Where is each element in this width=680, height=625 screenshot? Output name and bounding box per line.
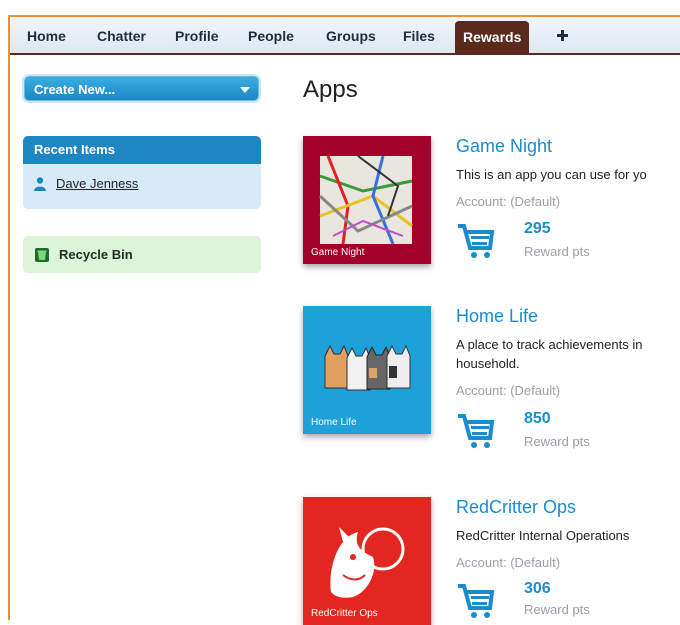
- chevron-down-icon: [240, 87, 250, 93]
- recent-items-header: Recent Items: [23, 136, 261, 164]
- recent-item-link[interactable]: Dave Jenness: [56, 176, 138, 191]
- app-account: Account: (Default): [456, 194, 561, 209]
- plus-icon: [557, 30, 568, 41]
- shopping-cart-icon[interactable]: [456, 410, 496, 450]
- app-name-link[interactable]: Game Night: [456, 136, 552, 157]
- app-account: Account: (Default): [456, 383, 561, 398]
- shopping-cart-icon[interactable]: [456, 220, 496, 260]
- app-description: household.: [456, 356, 520, 371]
- app-tile-label: Home Life: [311, 417, 357, 428]
- reward-points-value: 295: [524, 220, 551, 237]
- page-title: Apps: [303, 76, 358, 103]
- app-account: Account: (Default): [456, 555, 561, 570]
- shopping-cart-icon[interactable]: [456, 580, 496, 620]
- cats-image: [324, 344, 411, 391]
- recycle-bin-link[interactable]: Recycle Bin: [23, 236, 261, 273]
- recent-items-list: Dave Jenness: [23, 164, 261, 209]
- tab-people[interactable]: People: [248, 17, 294, 53]
- create-new-button[interactable]: Create New...: [24, 76, 259, 101]
- tab-files[interactable]: Files: [403, 17, 435, 53]
- app-tile-game-night[interactable]: Game Night: [303, 136, 431, 264]
- tab-profile[interactable]: Profile: [175, 17, 219, 53]
- app-tile-label: Game Night: [311, 247, 365, 258]
- reward-points-label: Reward pts: [524, 434, 590, 449]
- add-tab-button[interactable]: [557, 17, 568, 53]
- app-name-link[interactable]: RedCritter Ops: [456, 497, 576, 518]
- app-tile-redcritter-ops[interactable]: RedCritter Ops: [303, 497, 431, 625]
- tab-rewards[interactable]: Rewards: [455, 21, 530, 53]
- tab-chatter[interactable]: Chatter: [97, 17, 146, 53]
- reward-points-value: 850: [524, 410, 551, 427]
- app-tile-home-life[interactable]: Home Life: [303, 306, 431, 434]
- recycle-bin-icon: [35, 248, 49, 262]
- app-tile-label: RedCritter Ops: [311, 608, 378, 619]
- reward-points-label: Reward pts: [524, 244, 590, 259]
- app-name-link[interactable]: Home Life: [456, 306, 538, 327]
- app-description: RedCritter Internal Operations: [456, 528, 630, 543]
- reward-points-value: 306: [524, 580, 551, 597]
- app-description: A place to track achievements in: [456, 337, 643, 352]
- recycle-bin-label: Recycle Bin: [59, 247, 133, 262]
- tab-groups[interactable]: Groups: [326, 17, 376, 53]
- game-board-image: [318, 155, 413, 245]
- tab-bar: Home Chatter Profile People Groups Files…: [10, 17, 680, 55]
- critter-mascot-image: [330, 527, 405, 598]
- person-icon: [34, 177, 46, 191]
- app-description: This is an app you can use for yo: [456, 167, 647, 182]
- reward-points-label: Reward pts: [524, 602, 590, 617]
- frame-border-left: [8, 15, 10, 620]
- create-new-label: Create New...: [34, 82, 116, 97]
- tab-home[interactable]: Home: [27, 17, 66, 53]
